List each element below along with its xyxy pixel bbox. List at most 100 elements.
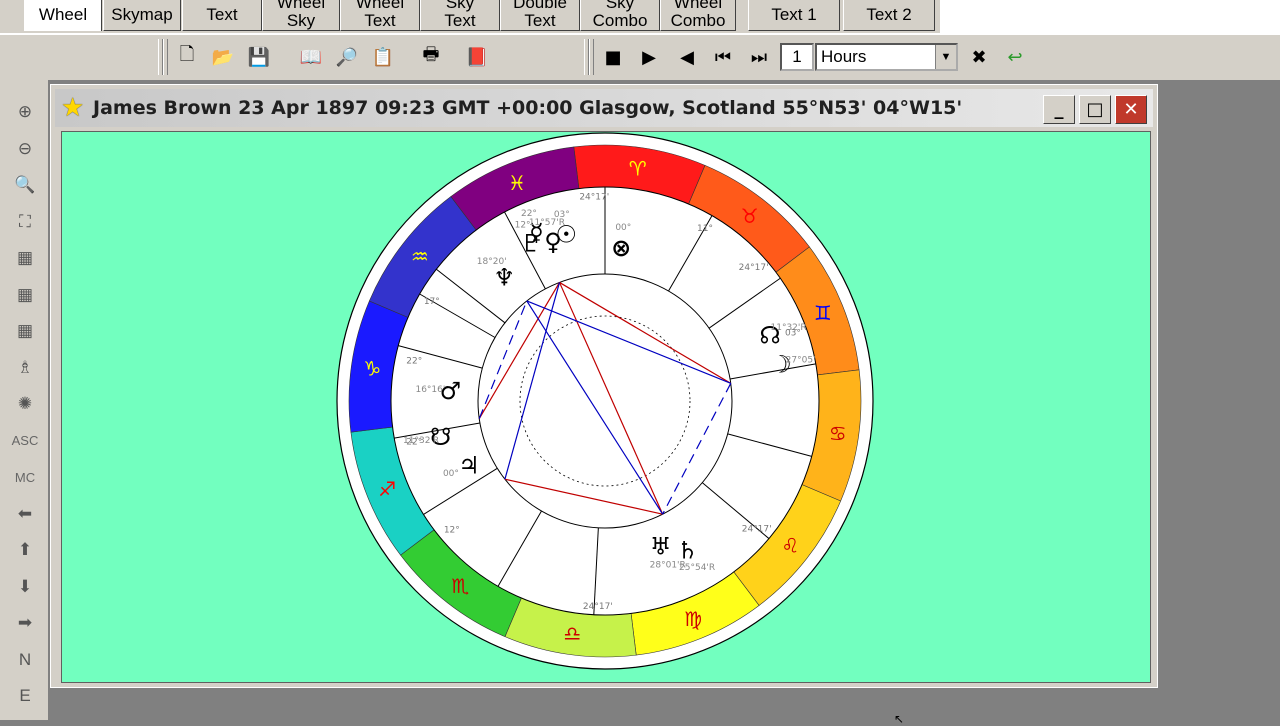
planet-glyph-part-of-fortune: ⊗ xyxy=(611,234,631,262)
tab-wheel-combo[interactable]: Wheel Combo xyxy=(660,0,736,31)
toolbar-grip xyxy=(589,39,594,75)
tab-label: Double xyxy=(513,0,567,12)
zoom-out-icon[interactable]: ⊖ xyxy=(9,133,41,165)
left-toolbar: ⊕ ⊖ 🔍 ⛶ ▦ ▦ ▦ ♗ ✺ ASC MC ⬅ ⬆ ⬇ ➡ N E xyxy=(0,80,48,720)
tab-double-text[interactable]: Double Text xyxy=(500,0,580,31)
grid-1-icon[interactable]: ▦ xyxy=(9,242,41,274)
planet-glyph-uranus: ♅ xyxy=(650,533,672,561)
zodiac-glyph: ♓ xyxy=(508,171,526,195)
mouse-cursor-icon: ↖ xyxy=(894,712,905,726)
house-degree-label: 24°17' xyxy=(739,263,769,273)
tab-sky-combo[interactable]: Sky Combo xyxy=(580,0,660,31)
tab-wheel-text[interactable]: Wheel Text xyxy=(340,0,420,31)
planet-degree-label: 27°05' xyxy=(786,355,816,365)
maximize-button[interactable]: □ xyxy=(1079,95,1111,124)
tab-label: Sky xyxy=(605,0,635,12)
tab-wheel-sky[interactable]: Wheel Sky xyxy=(262,0,340,31)
window-title: James Brown 23 Apr 1897 09:23 GMT +00:00… xyxy=(93,97,963,119)
view-tab-bar: Wheel Skymap Text Wheel Sky Wheel Text Sky Text D… xyxy=(0,0,940,33)
chart-window: ★ James Brown 23 Apr 1897 09:23 GMT +00:… xyxy=(50,84,1158,688)
chevron-down-icon[interactable]: ▼ xyxy=(935,45,956,69)
zodiac-glyph: ♊ xyxy=(814,301,832,325)
zodiac-glyph: ♍ xyxy=(684,607,702,631)
open-folder-icon[interactable]: 📂 xyxy=(208,41,238,73)
grid-2-icon[interactable]: ▦ xyxy=(9,279,41,311)
step-unit-value: Hours xyxy=(821,47,867,66)
tab-label: Wheel xyxy=(355,0,405,12)
planet-glyph-pluto: ♇ xyxy=(520,229,542,257)
zoom-in-icon[interactable]: ⊕ xyxy=(9,96,41,128)
save-disk-icon[interactable]: 💾 xyxy=(244,41,274,73)
house-degree-label: 24°17' xyxy=(579,192,609,202)
tab-skymap[interactable]: Skymap xyxy=(103,0,181,31)
planet-degree-label: 18°20' xyxy=(477,257,507,267)
astrology-wheel: ♈♉♊♋♌♍♎♏♐♑♒♓☉03°☽27°05'☿22°♀11°57'R♂16°1… xyxy=(336,132,874,670)
step-value-input[interactable]: 1 xyxy=(780,43,814,71)
toolbar-grip xyxy=(163,39,168,75)
tab-text-1[interactable]: Text 1 xyxy=(748,0,840,31)
undo-arrow-icon[interactable]: ↩ xyxy=(1000,41,1030,73)
house-degree-label: 24°17' xyxy=(583,602,613,612)
tab-label: Sky xyxy=(445,0,475,12)
zodiac-glyph: ♐ xyxy=(378,477,396,501)
help-book-icon[interactable]: 📕 xyxy=(462,41,492,73)
planet-degree-label: 00° xyxy=(443,469,459,479)
stop-icon[interactable]: ■ xyxy=(598,41,628,73)
tab-label: Text xyxy=(364,11,396,30)
step-back-icon[interactable]: ◀ xyxy=(672,41,702,73)
house-degree-label: 11° xyxy=(697,224,713,234)
open-book-icon[interactable]: 📖 xyxy=(296,41,326,73)
star-icon: ★ xyxy=(61,93,85,123)
window-titlebar[interactable]: ★ James Brown 23 Apr 1897 09:23 GMT +00:… xyxy=(55,89,1153,127)
skip-end-icon[interactable]: ⏭ xyxy=(744,41,774,73)
arrow-up-icon[interactable]: ⬆ xyxy=(9,534,41,566)
zodiac-glyph: ♏ xyxy=(451,574,469,598)
zodiac-glyph: ♈ xyxy=(629,156,647,180)
tab-label: Combo xyxy=(670,11,726,30)
zodiac-glyph: ♋ xyxy=(829,422,847,446)
tab-wheel[interactable]: Wheel xyxy=(24,0,102,31)
zodiac-glyph: ♎ xyxy=(563,622,581,646)
east-button[interactable]: E xyxy=(9,680,41,712)
printer-icon[interactable]: 🖶 xyxy=(416,41,446,73)
arrow-right-icon[interactable]: ➡ xyxy=(9,607,41,639)
binoculars-icon[interactable]: ⛶ xyxy=(9,206,41,238)
arrow-down-icon[interactable]: ⬇ xyxy=(9,571,41,603)
tab-label: Text xyxy=(206,5,238,24)
house-degree-label: 12° xyxy=(444,526,460,536)
tab-text-2[interactable]: Text 2 xyxy=(843,0,935,31)
planet-degree-label: 16°16' xyxy=(415,385,445,395)
planet-glyph-venus: ♀ xyxy=(544,228,562,256)
sun-wheel-icon[interactable]: ✺ xyxy=(9,388,41,420)
tab-label: Sky xyxy=(286,11,316,30)
close-x-icon[interactable]: ✖ xyxy=(964,41,994,73)
house-degree-label: 24°17' xyxy=(742,524,772,534)
close-button[interactable]: ✕ xyxy=(1115,95,1147,124)
zodiac-glyph: ♑ xyxy=(363,356,381,380)
tab-label: Wheel xyxy=(276,0,326,12)
chess-piece-icon[interactable]: ♗ xyxy=(9,352,41,384)
arrow-left-icon[interactable]: ⬅ xyxy=(9,498,41,530)
skip-start-icon[interactable]: ⏮ xyxy=(708,41,738,73)
grid-3-icon[interactable]: ▦ xyxy=(9,315,41,347)
tab-label: Wheel xyxy=(38,5,88,24)
step-unit-select[interactable]: Hours ▼ xyxy=(815,43,958,71)
zodiac-glyph: ♒ xyxy=(411,244,429,268)
clipboard-icon[interactable]: 📋 xyxy=(368,41,398,73)
zoom-box-icon[interactable]: 🔍 xyxy=(9,169,41,201)
tab-label: Text 2 xyxy=(866,5,912,24)
tab-text[interactable]: Text xyxy=(182,0,262,31)
minimize-button[interactable]: _ xyxy=(1043,95,1075,124)
house-degree-label: 22° xyxy=(406,438,422,448)
play-icon[interactable]: ▶ xyxy=(634,41,664,73)
new-file-icon[interactable]: 🗋 xyxy=(172,41,202,73)
north-button[interactable]: N xyxy=(9,644,41,676)
tab-sky-text[interactable]: Sky Text xyxy=(420,0,500,31)
tab-label: Wheel xyxy=(673,0,723,12)
house-degree-label: 17° xyxy=(424,297,440,307)
tab-label: Text 1 xyxy=(771,5,817,24)
planet-degree-label: 00° xyxy=(615,223,631,233)
print-preview-icon[interactable]: 🔎 xyxy=(332,41,362,73)
asc-button[interactable]: ASC xyxy=(9,425,41,457)
mc-button[interactable]: MC xyxy=(9,461,41,493)
